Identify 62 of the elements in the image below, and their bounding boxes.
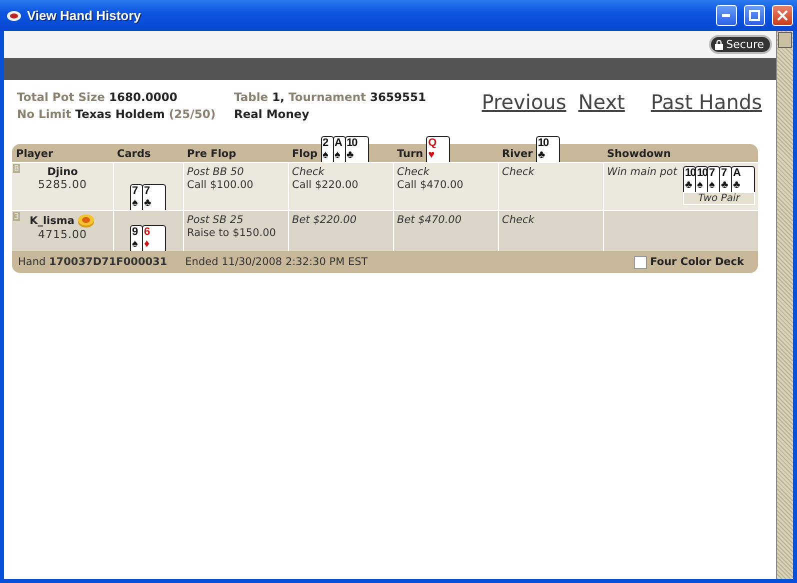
playing-card: Q ♥: [426, 136, 450, 162]
column-header: Showdown: [607, 147, 671, 162]
playing-card: 10 ♣: [683, 166, 696, 192]
window-title: View Hand History: [27, 8, 142, 23]
minimize-button[interactable]: [716, 5, 737, 26]
action-text: Call $100.00: [187, 179, 254, 192]
chip-stack: 4715.00: [38, 228, 87, 241]
playing-card: 7 ♣: [142, 184, 166, 210]
action-text: Raise to $150.00: [187, 227, 277, 240]
playing-card: 7 ♣: [719, 166, 732, 192]
action-text: Call $470.00: [397, 179, 464, 192]
playing-card: 10 ♣: [344, 136, 369, 162]
action-text: Post SB 25: [187, 214, 244, 227]
checkbox-label: Four Color Deck: [650, 256, 744, 268]
maximize-button[interactable]: [744, 5, 765, 26]
pot-size-text: Total Pot Size 1680.0000: [17, 90, 178, 104]
playing-card: 9 ♠: [130, 225, 143, 251]
hand-rank-label: Two Pair: [683, 192, 755, 205]
scrollbar[interactable]: [776, 31, 793, 579]
action-text: Post BB 50: [187, 166, 245, 179]
column-header: Turn: [397, 147, 424, 162]
action-text: Check: [397, 166, 430, 179]
playing-card: A ♠: [332, 136, 346, 162]
playing-card: 10 ♣: [536, 136, 560, 162]
ended-time-text: Ended 11/30/2008 2:32:30 PM EST: [185, 256, 368, 268]
action-text: Call $220.00: [292, 179, 360, 192]
column-header: Player: [16, 147, 54, 162]
playing-card: 2 ♠: [320, 136, 334, 162]
action-text: Check: [292, 166, 326, 179]
seat-number: 8: [13, 164, 20, 173]
game-type-text: No Limit Texas Holdem (25/50): [17, 107, 217, 121]
nav-link[interactable]: Next: [578, 90, 625, 114]
player-name: K_lisma: [30, 215, 74, 227]
playing-card: A ♣: [731, 166, 755, 192]
seat-number: 3: [13, 212, 20, 221]
playing-card: 10 ♠: [695, 166, 708, 192]
column-header: Pre Flop: [187, 147, 236, 162]
playing-card: 7 ♠: [707, 166, 720, 192]
close-button[interactable]: [772, 5, 793, 26]
player-name: Djino: [47, 166, 78, 178]
app-icon: [6, 8, 22, 22]
hand-id-text: Hand 170037D71F000031: [18, 256, 168, 268]
playing-card: 7 ♠: [130, 184, 143, 210]
action-text: Check: [502, 166, 536, 179]
column-header: Flop: [292, 147, 318, 162]
close-icon: [777, 10, 788, 21]
nav-link[interactable]: Past Hands: [650, 90, 762, 114]
action-text: Bet $220.00: [292, 214, 358, 227]
chip-stack: 5285.00: [38, 178, 87, 191]
action-text: Bet $470.00: [397, 214, 463, 227]
action-text: Check: [502, 214, 536, 227]
minimize-icon: [722, 14, 731, 17]
result-text: Win main pot: [607, 166, 678, 180]
checkbox[interactable]: [634, 256, 648, 268]
maximize-icon: [749, 10, 760, 21]
table-text: Table 1, Tournament 3659551: [234, 90, 426, 104]
playing-card: 6 ♦: [142, 225, 166, 251]
column-header: Cards: [117, 147, 151, 162]
nav-link[interactable]: Previous: [482, 90, 566, 114]
secure-badge: Secure: [709, 35, 772, 54]
money-type-text: Real Money: [234, 107, 310, 121]
column-header: River: [502, 147, 533, 162]
